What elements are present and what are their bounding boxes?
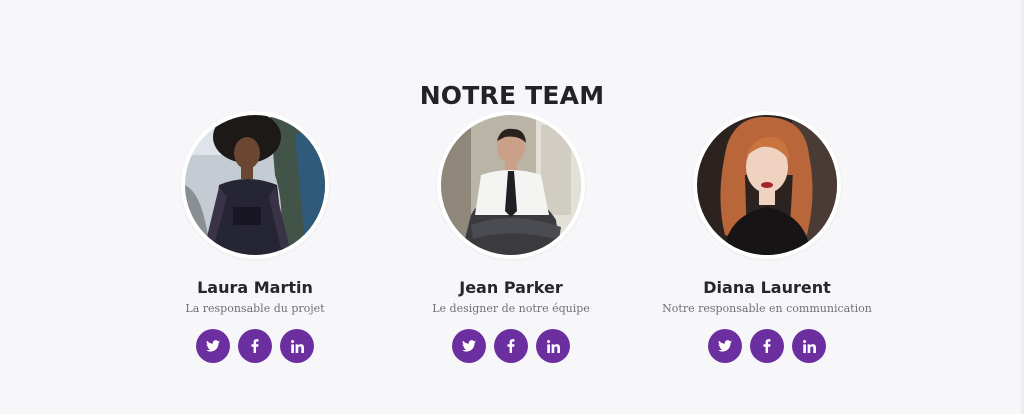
facebook-icon	[763, 339, 771, 353]
facebook-icon	[251, 339, 259, 353]
avatar-laura-martin	[185, 115, 325, 255]
linkedin-icon	[546, 339, 560, 353]
avatar-jean-parker	[441, 115, 581, 255]
member-name: Laura Martin	[197, 278, 313, 297]
member-role: Le designer de notre équipe	[432, 302, 590, 315]
social-links	[381, 329, 641, 363]
team-grid: Laura Martin La responsable du projet Je…	[0, 111, 1024, 371]
twitter-button[interactable]	[708, 329, 742, 363]
avatar-frame	[181, 111, 329, 259]
section-title: NOTRE TEAM	[419, 80, 605, 110]
member-name: Diana Laurent	[703, 278, 831, 297]
avatar-frame	[437, 111, 585, 259]
avatar-diana-laurent	[697, 115, 837, 255]
member-role: Notre responsable en communication	[662, 302, 872, 315]
facebook-button[interactable]	[238, 329, 272, 363]
linkedin-button[interactable]	[792, 329, 826, 363]
social-links	[125, 329, 385, 363]
member-name: Jean Parker	[459, 278, 563, 297]
twitter-icon	[718, 340, 732, 352]
team-card-diana-laurent: Diana Laurent Notre responsable en commu…	[637, 111, 897, 363]
member-role: La responsable du projet	[185, 302, 325, 315]
twitter-icon	[462, 340, 476, 352]
linkedin-icon	[802, 339, 816, 353]
linkedin-button[interactable]	[280, 329, 314, 363]
facebook-icon	[507, 339, 515, 353]
linkedin-icon	[290, 339, 304, 353]
twitter-button[interactable]	[452, 329, 486, 363]
twitter-icon	[206, 340, 220, 352]
twitter-button[interactable]	[196, 329, 230, 363]
avatar-frame	[693, 111, 841, 259]
facebook-button[interactable]	[494, 329, 528, 363]
team-card-jean-parker: Jean Parker Le designer de notre équipe	[381, 111, 641, 363]
linkedin-button[interactable]	[536, 329, 570, 363]
team-card-laura-martin: Laura Martin La responsable du projet	[125, 111, 385, 363]
facebook-button[interactable]	[750, 329, 784, 363]
social-links	[637, 329, 897, 363]
